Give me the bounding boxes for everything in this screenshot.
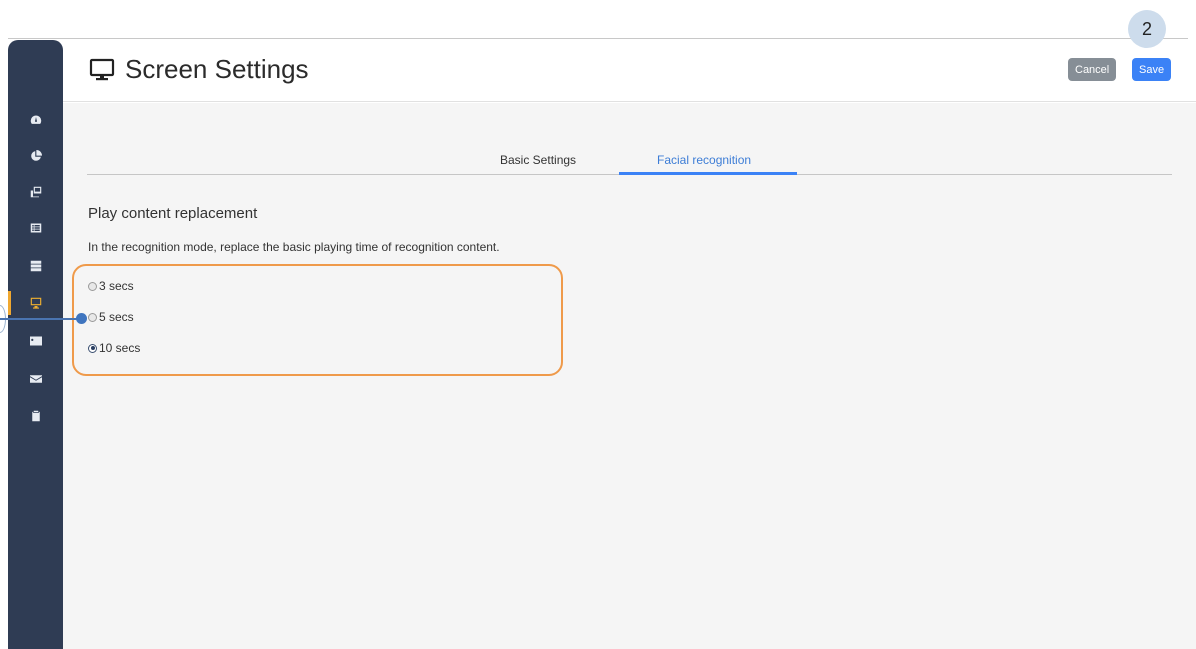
radio-5-secs[interactable] xyxy=(88,312,97,322)
save-button[interactable]: Save xyxy=(1132,58,1172,81)
monitor-icon xyxy=(30,297,41,309)
tab-basic-settings[interactable]: Basic Settings xyxy=(500,153,576,167)
pie-chart-icon xyxy=(30,150,42,161)
radio-3-secs[interactable] xyxy=(88,281,97,291)
sidebar-item-dashboard[interactable] xyxy=(8,105,63,135)
annotation-connector-dot xyxy=(76,313,87,324)
page-title: Screen Settings xyxy=(89,54,309,85)
envelope-icon xyxy=(29,375,42,383)
sidebar-item-screen[interactable] xyxy=(8,288,63,318)
screen-settings-page: Screen Settings Cancel Save Basic Settin… xyxy=(0,0,1196,649)
monitor-icon xyxy=(89,58,115,80)
active-tab-indicator xyxy=(619,172,797,175)
page-title-text: Screen Settings xyxy=(125,54,309,84)
list-icon xyxy=(30,223,41,233)
step-badge: 2 xyxy=(1128,10,1166,48)
sidebar-item-messages[interactable] xyxy=(8,364,63,394)
section-description: In the recognition mode, replace the bas… xyxy=(88,240,500,254)
gallery-icon xyxy=(30,186,41,198)
option-label: 10 secs xyxy=(99,341,141,355)
option-label: 3 secs xyxy=(99,279,134,293)
sidebar xyxy=(8,40,63,649)
radio-10-secs[interactable] xyxy=(88,343,97,353)
sidebar-item-media[interactable] xyxy=(8,177,63,207)
option-5-secs[interactable]: 5 secs xyxy=(88,310,134,324)
page-header: Screen Settings Cancel Save xyxy=(63,40,1196,102)
options-highlight-box xyxy=(72,264,563,376)
option-10-secs[interactable]: 10 secs xyxy=(88,341,140,355)
top-divider xyxy=(8,38,1188,39)
sidebar-item-reports[interactable] xyxy=(8,401,63,431)
id-card-icon xyxy=(29,336,42,346)
sidebar-item-list[interactable] xyxy=(8,213,63,243)
section-title: Play content replacement xyxy=(88,205,258,222)
server-icon xyxy=(30,260,41,272)
sidebar-item-statistics[interactable] xyxy=(8,141,63,171)
sidebar-item-servers[interactable] xyxy=(8,251,63,281)
clipboard-icon xyxy=(31,410,40,422)
tab-facial-recognition[interactable]: Facial recognition xyxy=(657,153,751,167)
option-label: 5 secs xyxy=(99,310,134,324)
dashboard-icon xyxy=(30,115,41,124)
option-3-secs[interactable]: 3 secs xyxy=(88,279,134,293)
main-content: Basic Settings Facial recognition Play c… xyxy=(63,103,1196,649)
sidebar-item-members[interactable] xyxy=(8,326,63,356)
cancel-button[interactable]: Cancel xyxy=(1068,58,1117,81)
annotation-connector-line xyxy=(0,318,82,320)
